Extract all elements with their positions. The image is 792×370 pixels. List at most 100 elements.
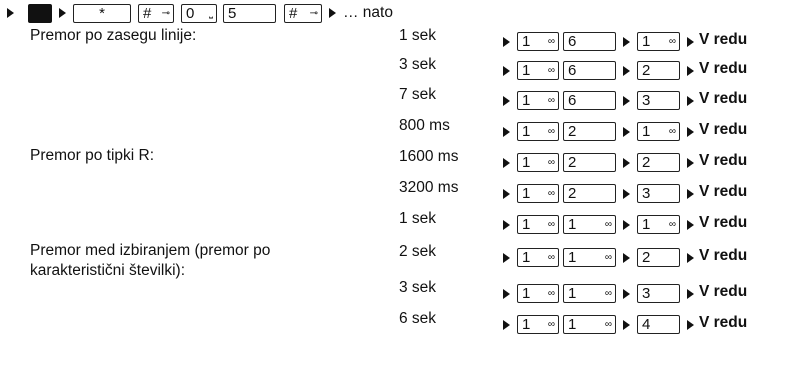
ok-softkey[interactable]: V redu bbox=[699, 183, 747, 201]
key-label: 6 bbox=[568, 33, 577, 50]
key-label: 3 bbox=[642, 285, 651, 302]
arrow-icon bbox=[503, 66, 510, 76]
menu-key[interactable] bbox=[28, 4, 52, 23]
key-5[interactable]: 5 bbox=[223, 4, 276, 23]
section-label: karakteristični številki): bbox=[30, 262, 186, 279]
key-1[interactable]: 1 ∞ bbox=[517, 184, 559, 203]
ok-softkey[interactable]: V redu bbox=[699, 283, 747, 301]
arrow-icon bbox=[687, 158, 694, 168]
key-1[interactable]: 1 ∞ bbox=[517, 153, 559, 172]
ok-softkey[interactable]: V redu bbox=[699, 31, 747, 49]
key-1[interactable]: 1 ∞ bbox=[637, 122, 680, 141]
key-symbol: ∞ bbox=[668, 219, 676, 230]
key-label: 2 bbox=[568, 185, 577, 202]
row-value: 2 sek bbox=[399, 243, 437, 260]
arrow-icon bbox=[623, 253, 630, 263]
key-3[interactable]: 3 bbox=[637, 91, 680, 110]
ok-softkey[interactable]: V redu bbox=[699, 90, 747, 108]
key-label: 2 bbox=[642, 249, 651, 266]
key-1[interactable]: 1 ∞ bbox=[563, 315, 616, 334]
key-symbol: ∞ bbox=[668, 126, 676, 137]
key-2[interactable]: 2 bbox=[637, 248, 680, 267]
key-1[interactable]: 1 ∞ bbox=[563, 248, 616, 267]
ok-softkey[interactable]: V redu bbox=[699, 247, 747, 265]
key-label: * bbox=[99, 5, 105, 22]
key-1[interactable]: 1 ∞ bbox=[637, 32, 680, 51]
arrow-icon bbox=[687, 253, 694, 263]
key-6[interactable]: 6 bbox=[563, 61, 616, 80]
key-2[interactable]: 2 bbox=[637, 61, 680, 80]
arrow-icon bbox=[623, 158, 630, 168]
ok-softkey[interactable]: V redu bbox=[699, 121, 747, 139]
key-label: 3 bbox=[642, 92, 651, 109]
arrow-icon bbox=[623, 320, 630, 330]
row-value: 1600 ms bbox=[399, 148, 459, 165]
key-3[interactable]: 3 bbox=[637, 284, 680, 303]
key-2[interactable]: 2 bbox=[563, 122, 616, 141]
key-symbol: ∞ bbox=[668, 36, 676, 47]
key-6[interactable]: 6 bbox=[563, 32, 616, 51]
key-2[interactable]: 2 bbox=[563, 153, 616, 172]
key-label: 1 bbox=[522, 154, 531, 171]
key-symbol: ∞ bbox=[547, 65, 555, 76]
key-symbol: ∞ bbox=[604, 288, 612, 299]
key-label: 1 bbox=[522, 249, 531, 266]
key-hash[interactable]: # ⊸ bbox=[284, 4, 322, 23]
arrow-icon bbox=[623, 66, 630, 76]
header-line: * # ⊸ 0 ⎵ 5 # ⊸ … nato bbox=[0, 0, 792, 30]
key-label: # bbox=[143, 5, 152, 22]
row-value: 6 sek bbox=[399, 310, 437, 327]
key-1[interactable]: 1 ∞ bbox=[517, 61, 559, 80]
key-label: 1 bbox=[522, 316, 531, 333]
key-1[interactable]: 1 ∞ bbox=[517, 122, 559, 141]
key-symbol: ⊸ bbox=[161, 8, 170, 19]
ok-softkey[interactable]: V redu bbox=[699, 60, 747, 78]
key-1[interactable]: 1 ∞ bbox=[517, 32, 559, 51]
key-label: 4 bbox=[642, 316, 651, 333]
section-label: Premor po zasegu linije: bbox=[30, 27, 197, 44]
key-hash[interactable]: # ⊸ bbox=[138, 4, 174, 23]
section-label: Premor po tipki R: bbox=[30, 147, 155, 164]
key-label: 6 bbox=[568, 62, 577, 79]
key-symbol: ∞ bbox=[604, 219, 612, 230]
ok-softkey[interactable]: V redu bbox=[699, 214, 747, 232]
key-label: 1 bbox=[568, 249, 577, 266]
key-1[interactable]: 1 ∞ bbox=[517, 215, 559, 234]
key-symbol: ∞ bbox=[547, 126, 555, 137]
ok-softkey[interactable]: V redu bbox=[699, 152, 747, 170]
key-label: # bbox=[289, 5, 298, 22]
arrow-icon bbox=[503, 127, 510, 137]
key-star[interactable]: * bbox=[73, 4, 131, 23]
arrow-icon bbox=[687, 66, 694, 76]
key-label: 0 bbox=[186, 5, 195, 22]
key-symbol: ∞ bbox=[604, 252, 612, 263]
key-1[interactable]: 1 ∞ bbox=[517, 284, 559, 303]
key-1[interactable]: 1 ∞ bbox=[517, 248, 559, 267]
key-label: 1 bbox=[522, 185, 531, 202]
key-6[interactable]: 6 bbox=[563, 91, 616, 110]
key-0[interactable]: 0 ⎵ bbox=[181, 4, 217, 23]
key-1[interactable]: 1 ∞ bbox=[563, 284, 616, 303]
arrow-icon bbox=[623, 289, 630, 299]
row-value: 3 sek bbox=[399, 56, 437, 73]
key-1[interactable]: 1 ∞ bbox=[637, 215, 680, 234]
key-label: 6 bbox=[568, 92, 577, 109]
key-label: 1 bbox=[522, 216, 531, 233]
arrow-icon bbox=[503, 220, 510, 230]
arrow-icon bbox=[503, 37, 510, 47]
key-1[interactable]: 1 ∞ bbox=[517, 315, 559, 334]
key-symbol: ∞ bbox=[604, 319, 612, 330]
key-4[interactable]: 4 bbox=[637, 315, 680, 334]
key-1[interactable]: 1 ∞ bbox=[517, 91, 559, 110]
key-1[interactable]: 1 ∞ bbox=[563, 215, 616, 234]
key-symbol: ∞ bbox=[547, 252, 555, 263]
key-symbol: ∞ bbox=[547, 36, 555, 47]
ok-softkey[interactable]: V redu bbox=[699, 314, 747, 332]
key-label: 2 bbox=[568, 123, 577, 140]
key-2[interactable]: 2 bbox=[563, 184, 616, 203]
arrow-icon bbox=[503, 253, 510, 263]
key-3[interactable]: 3 bbox=[637, 184, 680, 203]
arrow-icon bbox=[623, 96, 630, 106]
key-2[interactable]: 2 bbox=[637, 153, 680, 172]
key-label: 1 bbox=[522, 92, 531, 109]
